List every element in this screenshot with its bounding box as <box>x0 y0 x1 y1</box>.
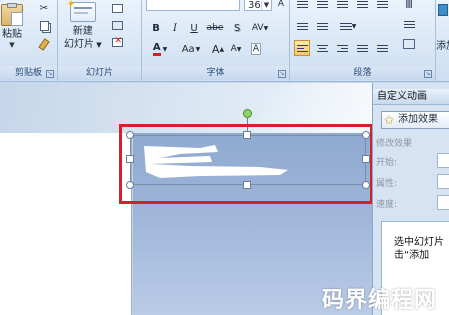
hint-line-1: 选中幻灯片 <box>394 237 444 248</box>
clear-format-button[interactable]: A <box>248 41 264 57</box>
speed-select[interactable] <box>437 195 449 210</box>
shadow-button[interactable]: S <box>229 20 245 36</box>
speed-label: 速度: <box>376 200 398 210</box>
copy-icon[interactable] <box>36 18 52 34</box>
cut-icon[interactable]: ✂ <box>36 0 52 16</box>
drawing-group: 添加 <box>436 0 449 82</box>
site-watermark: 码界编程网 <box>322 288 438 313</box>
font-size-combo[interactable]: 36 ▼ <box>244 0 272 11</box>
align-right-button[interactable] <box>334 40 350 56</box>
numbering-button[interactable] <box>314 0 330 12</box>
strikethrough-button[interactable]: abe <box>204 20 226 36</box>
decrease-indent-button[interactable] <box>334 0 350 12</box>
annotation-highlight-box <box>119 124 373 204</box>
property-select[interactable] <box>437 174 449 189</box>
add-effect-label: 添加效果 <box>398 114 438 125</box>
font-name-combo[interactable] <box>146 0 240 11</box>
paragraph-group-label: 段落 <box>290 66 435 80</box>
font-group: 36 ▼ A B I U abe S AV ▼ A ▼ Aa ▼ A ▲ A ▼ A 字体… <box>142 0 290 82</box>
start-label: 开始: <box>376 158 398 168</box>
align-left-button[interactable] <box>294 40 310 56</box>
font-color-label: A <box>152 42 161 56</box>
new-slide-label-2: 幻灯片 ▼ <box>64 39 102 50</box>
distribute-button[interactable] <box>374 40 390 56</box>
grow-font-size-button[interactable]: A ▲ <box>210 41 226 57</box>
text-direction-right-icon[interactable] <box>314 18 330 34</box>
start-select[interactable] <box>437 153 449 168</box>
paste-button[interactable]: 粘贴 ▼ <box>1 3 23 49</box>
new-slide-button[interactable]: ✦ 新建 幻灯片 ▼ <box>64 0 102 52</box>
slide-thumbnail-panel[interactable] <box>0 133 132 315</box>
clear-format-label: A <box>250 43 262 55</box>
add-shape-icon[interactable] <box>436 2 449 18</box>
font-group-label: 字体 <box>142 66 289 80</box>
increase-indent-button[interactable] <box>354 0 370 12</box>
font-size-dropdown-icon[interactable]: ▼ <box>261 1 271 10</box>
grow-font-label: A <box>211 42 220 56</box>
grow-font-button[interactable]: A <box>273 0 289 12</box>
slides-group-label: 幻灯片 <box>58 66 141 80</box>
line-spacing-button[interactable] <box>374 0 390 12</box>
change-case-label: Aa <box>181 43 195 55</box>
delete-slide-icon[interactable]: ✕ <box>110 34 124 50</box>
new-slide-label: 新建 <box>72 26 93 37</box>
paste-icon <box>1 3 23 26</box>
align-text-icon[interactable] <box>400 16 418 32</box>
add-effect-button[interactable]: ✩ 添加效果 <box>381 111 449 129</box>
star-icon: ✩ <box>384 113 395 127</box>
hint-line-2: 击“添加 <box>394 250 430 261</box>
italic-button[interactable]: I <box>167 20 183 36</box>
smartart-icon[interactable] <box>400 36 418 52</box>
paste-label: 粘贴 <box>2 29 22 40</box>
new-slide-icon: ✦ <box>67 0 96 22</box>
font-launcher-icon[interactable]: ↘ <box>278 70 286 78</box>
char-spacing-label: AV <box>251 23 264 33</box>
ribbon: 粘贴 ▼ ✂ 剪贴板 ↘ ✦ 新建 幻灯片 ▼ ✕ 幻灯片 36 ▼ A B I… <box>0 0 449 82</box>
text-direction-icon[interactable]: Ⅲ <box>400 0 418 12</box>
char-spacing-button[interactable]: AV ▼ <box>248 20 272 36</box>
bullets-button[interactable] <box>294 0 310 12</box>
underline-button[interactable]: U <box>186 20 202 36</box>
bold-button[interactable]: B <box>148 20 164 36</box>
font-size-value: 36 <box>248 0 261 11</box>
pane-title: 自定义动画 <box>373 89 449 105</box>
modify-effect-label: 修改效果 <box>376 139 413 149</box>
slides-group: ✦ 新建 幻灯片 ▼ ✕ 幻灯片 <box>58 0 142 82</box>
format-painter-icon[interactable] <box>36 36 52 52</box>
add-shape-label: 添加 <box>436 40 449 52</box>
shrink-font-button[interactable]: A ▼ <box>228 41 244 57</box>
justify-button[interactable] <box>354 40 370 56</box>
columns-button[interactable]: ▼ <box>336 18 360 34</box>
reset-icon[interactable] <box>110 17 124 33</box>
paragraph-launcher-icon[interactable]: ↘ <box>424 70 432 78</box>
clipboard-launcher-icon[interactable]: ↘ <box>46 70 54 78</box>
layout-icon[interactable] <box>110 0 124 16</box>
paragraph-group: ▼ Ⅲ 段落 ↘ <box>290 0 436 82</box>
clipboard-group: 粘贴 ▼ ✂ 剪贴板 ↘ <box>0 0 58 82</box>
rotate-handle[interactable] <box>243 109 252 118</box>
property-label: 属性: <box>376 179 398 189</box>
animation-list-hint: 选中幻灯片 击“添加 <box>394 236 444 262</box>
text-direction-left-icon[interactable] <box>294 18 310 34</box>
custom-animation-pane: 自定义动画 ✩ 添加效果 修改效果 开始: 属性: 速度: 选中幻灯片 击“添加 <box>372 83 449 315</box>
change-case-button[interactable]: Aa ▼ <box>178 41 204 57</box>
align-center-button[interactable] <box>314 40 330 56</box>
font-color-button[interactable]: A ▼ <box>148 41 172 57</box>
